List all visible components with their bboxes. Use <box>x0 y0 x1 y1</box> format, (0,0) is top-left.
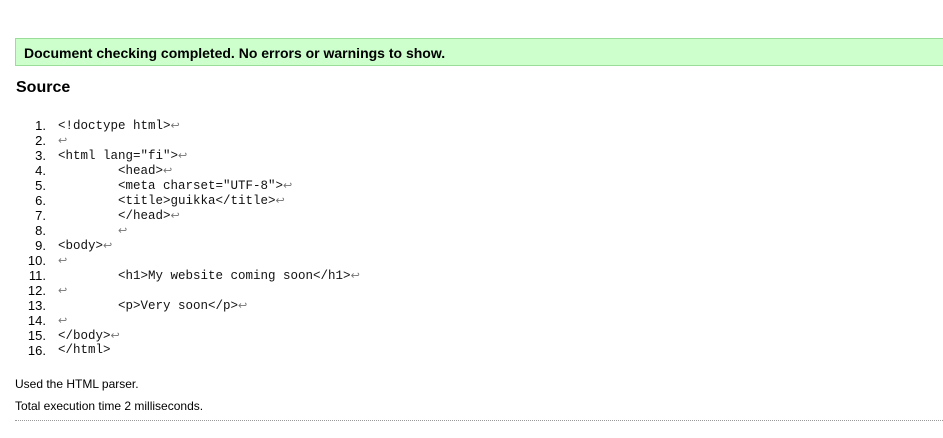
line-break-icon: ↩ <box>350 269 360 282</box>
line-number: 14. <box>27 313 46 328</box>
source-heading: Source <box>16 79 71 96</box>
line-break-icon: ↩ <box>58 254 68 267</box>
line-number: 3. <box>35 148 46 163</box>
line-break-icon: ↩ <box>110 329 120 342</box>
source-line: 9. <body>↩ <box>0 238 112 253</box>
source-line: 14. ↩ <box>0 313 67 328</box>
line-number: 16. <box>27 343 46 358</box>
line-number: 13. <box>27 298 46 313</box>
line-code: ↩ <box>58 223 127 239</box>
success-message: Document checking completed. No errors o… <box>24 45 446 61</box>
source-line: 2. ↩ <box>0 133 67 148</box>
line-break-icon: ↩ <box>238 299 248 312</box>
source-line: 15. </body>↩ <box>0 328 120 343</box>
line-code-text: </body> <box>58 329 111 343</box>
line-number: 5. <box>35 178 46 193</box>
line-code-text: </html> <box>58 343 111 357</box>
source-line: 7. </head>↩ <box>0 208 180 223</box>
source-line: 8. ↩ <box>0 223 127 238</box>
source-line: 5. <meta charset="UTF-8">↩ <box>0 178 292 193</box>
line-break-icon: ↩ <box>163 164 173 177</box>
line-number: 12. <box>27 283 46 298</box>
line-break-icon: ↩ <box>283 179 293 192</box>
line-break-icon: ↩ <box>178 149 188 162</box>
divider <box>15 420 943 421</box>
line-number: 15. <box>27 328 46 343</box>
line-code: </head>↩ <box>58 208 180 224</box>
line-code: <meta charset="UTF-8">↩ <box>58 178 292 194</box>
source-line: 1. <!doctype html>↩ <box>0 118 180 133</box>
line-code-text <box>58 224 118 238</box>
line-code: <html lang="fi">↩ <box>58 148 187 164</box>
line-code: </html> <box>58 343 111 358</box>
line-break-icon: ↩ <box>170 119 180 132</box>
line-code: <title>guikka</title>↩ <box>58 193 285 209</box>
line-number: 2. <box>35 133 46 148</box>
source-line: 13. <p>Very soon</p>↩ <box>0 298 247 313</box>
source-line: 3. <html lang="fi">↩ <box>0 148 187 163</box>
line-code-text: <meta charset="UTF-8"> <box>58 179 284 193</box>
line-code-text: <html lang="fi"> <box>58 149 179 163</box>
source-line: 6. <title>guikka</title>↩ <box>0 193 285 208</box>
line-code: ↩ <box>58 283 67 299</box>
line-code-text: <p>Very soon</p> <box>58 299 239 313</box>
line-number: 8. <box>35 223 46 238</box>
line-code: <head>↩ <box>58 163 172 179</box>
source-line: 16. </html> <box>0 343 111 358</box>
line-code-text: <!doctype html> <box>58 119 171 133</box>
line-break-icon: ↩ <box>118 224 128 237</box>
line-number: 9. <box>35 238 46 253</box>
source-line: 4. <head>↩ <box>0 163 172 178</box>
line-code-text: <h1>My website coming soon</h1> <box>58 269 351 283</box>
line-code: <p>Very soon</p>↩ <box>58 298 247 314</box>
line-break-icon: ↩ <box>58 134 68 147</box>
source-code-listing: 1. <!doctype html>↩ 2. ↩ 3. <html lang="fi">↩… <box>0 118 360 358</box>
source-line: 11. <h1>My website coming soon</h1>↩ <box>0 268 360 283</box>
line-break-icon: ↩ <box>275 194 285 207</box>
line-break-icon: ↩ <box>58 314 68 327</box>
line-code: ↩ <box>58 133 67 149</box>
execution-time-info: Total execution time 2 milliseconds. <box>15 399 204 413</box>
line-number: 11. <box>28 268 46 283</box>
line-code: <!doctype html>↩ <box>58 118 180 134</box>
line-number: 10. <box>27 253 46 268</box>
line-code-text: <head> <box>58 164 164 178</box>
line-break-icon: ↩ <box>103 239 113 252</box>
line-break-icon: ↩ <box>170 209 180 222</box>
line-break-icon: ↩ <box>58 284 68 297</box>
line-code: <body>↩ <box>58 238 112 254</box>
success-message-box: Document checking completed. No errors o… <box>15 38 943 66</box>
line-code: </body>↩ <box>58 328 120 344</box>
line-code: <h1>My website coming soon</h1>↩ <box>58 268 360 284</box>
line-number: 4. <box>35 163 46 178</box>
line-code: ↩ <box>58 313 67 329</box>
line-number: 1. <box>35 118 46 133</box>
line-code-text: </head> <box>58 209 171 223</box>
line-number: 6. <box>35 193 46 208</box>
line-code-text: <body> <box>58 239 104 253</box>
source-line: 10. ↩ <box>0 253 67 268</box>
source-line: 12. ↩ <box>0 283 67 298</box>
parser-info: Used the HTML parser. <box>15 377 139 391</box>
line-number: 7. <box>35 208 46 223</box>
line-code-text: <title>guikka</title> <box>58 194 276 208</box>
line-code: ↩ <box>58 253 67 269</box>
